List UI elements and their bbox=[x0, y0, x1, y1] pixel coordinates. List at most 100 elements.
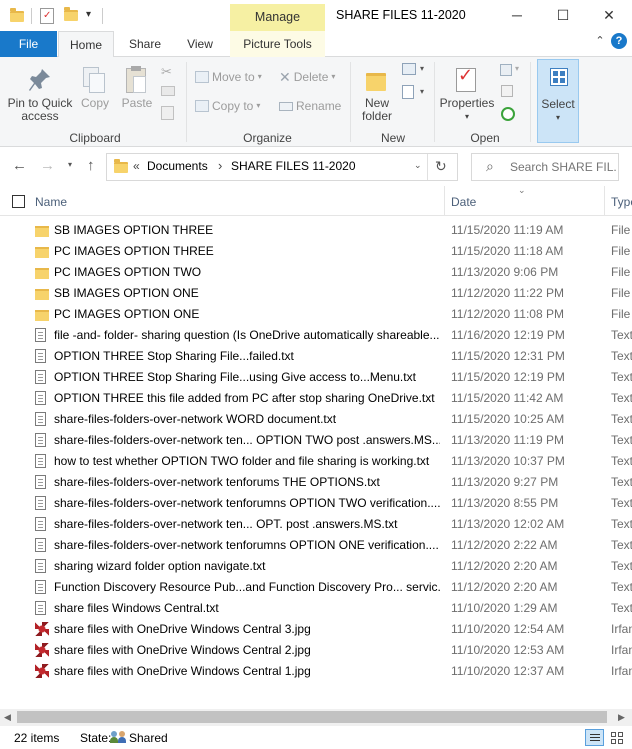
new-item-icon[interactable] bbox=[402, 63, 416, 75]
copy-to-button[interactable]: Copy to ▾ bbox=[195, 96, 260, 116]
file-row[interactable]: sharing wizard folder option navigate.tx… bbox=[0, 556, 632, 577]
customize-quick-access-icon[interactable]: ▾ bbox=[86, 9, 91, 20]
file-date: 11/16/2020 12:19 PM bbox=[451, 328, 565, 342]
scissors-icon[interactable]: ✂ bbox=[161, 64, 172, 80]
scroll-right-icon[interactable]: ▶ bbox=[618, 712, 625, 723]
rename-button[interactable]: Rename bbox=[279, 96, 341, 116]
chevron-up-icon[interactable]: ⌃ bbox=[592, 34, 608, 50]
shared-users-icon bbox=[110, 730, 128, 745]
paste-shortcut-icon[interactable] bbox=[161, 106, 174, 120]
delete-button[interactable]: ✕ Delete ▾ bbox=[279, 67, 335, 87]
open-group-label: Open bbox=[470, 131, 500, 145]
maximize-button[interactable]: ☐ bbox=[540, 0, 586, 31]
breadcrumb-current-folder[interactable]: SHARE FILES 11-2020 bbox=[231, 159, 356, 173]
file-type: Text bbox=[611, 454, 632, 468]
text-file-icon bbox=[35, 559, 46, 573]
breadcrumb-documents[interactable]: Documents bbox=[147, 159, 208, 173]
help-icon[interactable]: ? bbox=[611, 33, 627, 49]
select-button[interactable]: Select ▾ bbox=[537, 59, 579, 143]
file-type: File bbox=[611, 244, 631, 258]
column-type[interactable]: Type bbox=[611, 195, 632, 209]
column-date[interactable]: Date bbox=[451, 195, 476, 209]
details-view-button[interactable] bbox=[585, 729, 604, 746]
properties-button[interactable]: ✓ Properties ▾ bbox=[439, 65, 495, 123]
file-type: Text bbox=[611, 517, 632, 531]
file-date: 11/10/2020 12:37 AM bbox=[451, 664, 565, 678]
chevron-down-icon[interactable]: ⌄ bbox=[414, 160, 422, 171]
tab-view[interactable]: View bbox=[176, 31, 224, 57]
divider bbox=[427, 154, 428, 180]
chevron-down-icon: ▾ bbox=[515, 64, 520, 73]
file-row[interactable]: OPTION THREE this file added from PC aft… bbox=[0, 388, 632, 409]
minimize-button[interactable]: ─ bbox=[494, 0, 540, 31]
tab-share[interactable]: Share bbox=[114, 31, 176, 57]
file-row[interactable]: PC IMAGES OPTION TWO 11/13/2020 9:06 PM Fi… bbox=[0, 262, 632, 283]
file-row[interactable]: OPTION THREE Stop Sharing File...failed.… bbox=[0, 346, 632, 367]
close-button[interactable]: ✕ bbox=[586, 0, 632, 31]
new-group-label: New bbox=[380, 131, 405, 145]
file-row[interactable]: share files with OneDrive Windows Centra… bbox=[0, 661, 632, 682]
file-row[interactable]: share-files-folders-over-network tenforu… bbox=[0, 535, 632, 556]
scrollbar-thumb[interactable] bbox=[17, 711, 607, 723]
file-name: PC IMAGES OPTION THREE bbox=[54, 244, 214, 258]
file-row[interactable]: share files with OneDrive Windows Centra… bbox=[0, 619, 632, 640]
file-row[interactable]: SB IMAGES OPTION ONE 11/12/2020 11:22 PM F… bbox=[0, 283, 632, 304]
properties-quick-icon[interactable]: ✓ bbox=[40, 8, 54, 24]
column-divider[interactable] bbox=[444, 186, 445, 216]
file-row[interactable]: PC IMAGES OPTION THREE 11/15/2020 11:18 A… bbox=[0, 241, 632, 262]
file-row[interactable]: share-files-folders-over-network ten... … bbox=[0, 430, 632, 451]
file-type: Text bbox=[611, 496, 632, 510]
address-bar[interactable]: « Documents › SHARE FILES 11-2020 ⌄ ↻ bbox=[106, 153, 458, 181]
folder-icon bbox=[10, 7, 24, 22]
refresh-icon[interactable]: ↻ bbox=[435, 158, 447, 175]
file-row[interactable]: Function Discovery Resource Pub...and Fu… bbox=[0, 577, 632, 598]
tab-file[interactable]: File bbox=[0, 31, 57, 57]
new-folder-quick-icon[interactable] bbox=[64, 7, 78, 24]
file-type: Text bbox=[611, 370, 632, 384]
file-name: PC IMAGES OPTION TWO bbox=[54, 265, 202, 279]
file-row[interactable]: share files Windows Central.txt 11/10/202… bbox=[0, 598, 632, 619]
search-input[interactable] bbox=[510, 158, 616, 176]
pin-to-quick-access-button[interactable]: Pin to Quick access bbox=[4, 65, 76, 123]
paste-button[interactable]: Paste bbox=[118, 65, 156, 110]
file-date: 11/13/2020 11:19 PM bbox=[451, 433, 564, 447]
manage-context-tab[interactable]: Manage bbox=[230, 4, 325, 31]
file-date: 11/13/2020 9:27 PM bbox=[451, 475, 559, 489]
copy-button[interactable]: Copy bbox=[78, 65, 112, 110]
file-row[interactable]: OPTION THREE Stop Sharing File...using G… bbox=[0, 367, 632, 388]
file-date: 11/15/2020 12:19 PM bbox=[451, 370, 565, 384]
breadcrumb-arrow[interactable]: › bbox=[218, 158, 222, 173]
forward-arrow-icon[interactable]: → bbox=[40, 157, 55, 174]
large-icons-view-button[interactable] bbox=[609, 730, 625, 745]
recent-locations-chevron-icon[interactable]: ▾ bbox=[68, 160, 72, 169]
file-row[interactable]: share files with OneDrive Windows Centra… bbox=[0, 640, 632, 661]
move-to-button[interactable]: Move to ▾ bbox=[195, 67, 262, 87]
history-icon[interactable] bbox=[501, 107, 515, 121]
column-divider[interactable] bbox=[604, 186, 605, 216]
tab-picture-tools[interactable]: Picture Tools bbox=[230, 31, 325, 57]
back-arrow-icon[interactable]: ← bbox=[12, 157, 27, 174]
file-row[interactable]: share-files-folders-over-network WORD do… bbox=[0, 409, 632, 430]
tab-home[interactable]: Home bbox=[58, 31, 114, 58]
open-icon[interactable] bbox=[500, 64, 512, 76]
file-row[interactable]: PC IMAGES OPTION ONE 11/12/2020 11:08 PM F… bbox=[0, 304, 632, 325]
column-name[interactable]: Name bbox=[35, 195, 67, 209]
file-row[interactable]: share-files-folders-over-network tenforu… bbox=[0, 472, 632, 493]
search-box[interactable]: ⌕ bbox=[471, 153, 619, 181]
easy-access-icon[interactable] bbox=[402, 85, 414, 99]
file-row[interactable]: SB IMAGES OPTION THREE 11/15/2020 11:19 A… bbox=[0, 220, 632, 241]
file-row[interactable]: share-files-folders-over-network tenforu… bbox=[0, 493, 632, 514]
file-row[interactable]: file -and- folder- sharing question (Is … bbox=[0, 325, 632, 346]
up-arrow-icon[interactable]: ↑ bbox=[87, 157, 95, 174]
file-row[interactable]: how to test whether OPTION TWO folder an… bbox=[0, 451, 632, 472]
file-row[interactable]: share-files-folders-over-network ten... … bbox=[0, 514, 632, 535]
copy-path-icon[interactable] bbox=[161, 86, 175, 96]
copy-icon bbox=[78, 65, 112, 97]
edit-icon[interactable] bbox=[501, 85, 513, 97]
text-file-icon bbox=[35, 349, 46, 363]
scroll-left-icon[interactable]: ◀ bbox=[4, 712, 11, 723]
breadcrumb-overflow[interactable]: « bbox=[133, 159, 140, 173]
ribbon: Pin to Quick access Copy Paste ✂ Clipboa… bbox=[0, 57, 632, 147]
new-folder-button[interactable]: New folder bbox=[356, 65, 398, 123]
select-all-checkbox[interactable] bbox=[12, 195, 25, 208]
